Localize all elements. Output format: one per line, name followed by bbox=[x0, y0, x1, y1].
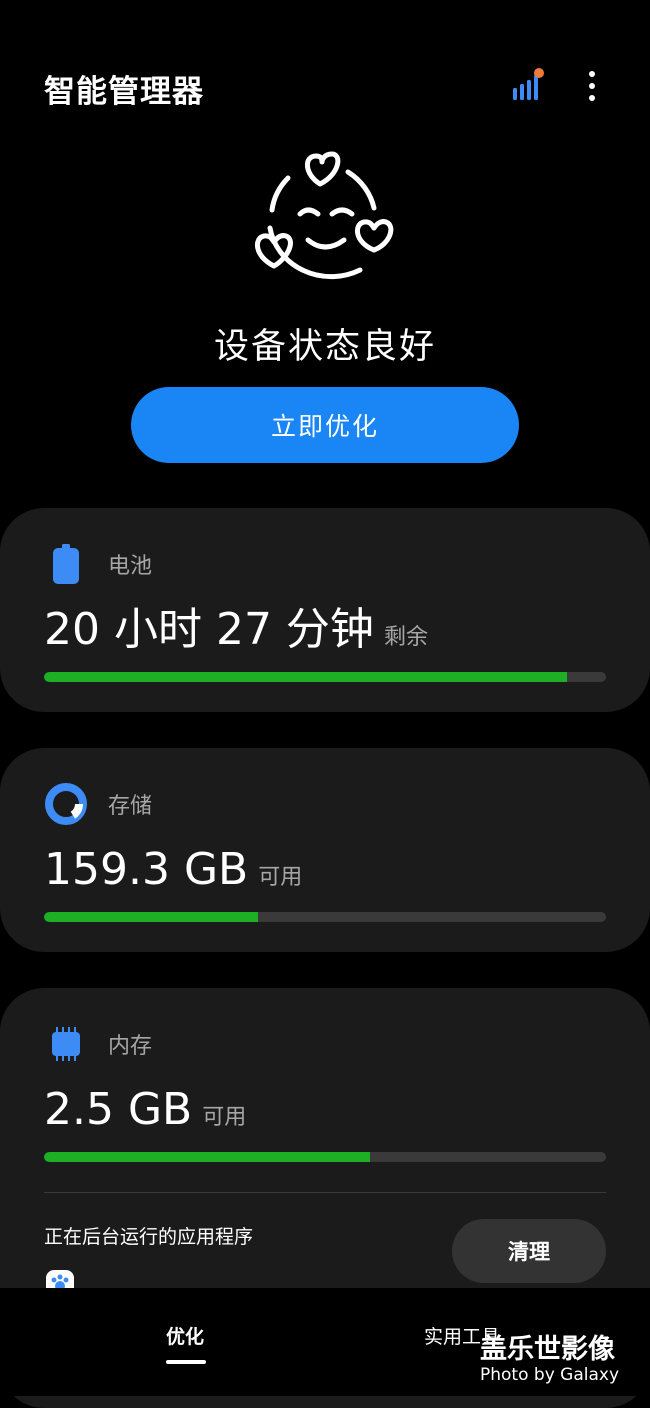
notification-dot bbox=[534, 68, 544, 78]
device-status-text: 设备状态良好 bbox=[213, 327, 436, 367]
storage-amount-text: 159.3 GB bbox=[44, 844, 249, 895]
battery-card[interactable]: 电池 20 小时 27 分钟 剩余 bbox=[0, 508, 650, 712]
watermark-line2: Photo by Galaxy bbox=[480, 1365, 619, 1385]
battery-remaining-value: 20 小时 27 分钟 剩余 bbox=[44, 604, 428, 664]
storage-card[interactable]: 存储 159.3 GB 可用 bbox=[0, 748, 650, 952]
storage-progress-bar bbox=[44, 912, 606, 922]
clean-button[interactable]: 清理 bbox=[452, 1219, 606, 1283]
memory-unit: 可用 bbox=[202, 1105, 247, 1130]
battery-unit: 剩余 bbox=[383, 625, 428, 650]
smiling-face-hearts-icon bbox=[248, 148, 402, 282]
active-tab-indicator bbox=[166, 1360, 206, 1364]
more-options-button[interactable] bbox=[578, 66, 606, 106]
battery-time-text: 20 小时 27 分钟 bbox=[44, 604, 374, 655]
memory-label: 内存 bbox=[108, 1034, 153, 1059]
storage-progress-fill bbox=[44, 912, 258, 922]
stats-icon bbox=[513, 68, 544, 100]
stats-button[interactable] bbox=[506, 66, 546, 106]
storage-label: 存储 bbox=[108, 794, 153, 819]
tab-optimize[interactable]: 优化 bbox=[166, 1322, 204, 1349]
watermark-line1: 盖乐世影像 bbox=[480, 1334, 615, 1365]
battery-label: 电池 bbox=[108, 554, 153, 579]
memory-chip-icon bbox=[44, 1022, 88, 1066]
memory-progress-fill bbox=[44, 1152, 370, 1162]
battery-icon bbox=[44, 542, 88, 586]
more-vertical-icon bbox=[589, 71, 595, 101]
memory-divider bbox=[44, 1192, 606, 1193]
memory-amount-text: 2.5 GB bbox=[44, 1084, 193, 1135]
galaxy-watermark: 盖乐世影像 Photo by Galaxy bbox=[480, 1334, 619, 1385]
optimize-now-button[interactable]: 立即优化 bbox=[131, 387, 519, 463]
memory-progress-bar bbox=[44, 1152, 606, 1162]
storage-pie-icon bbox=[44, 782, 88, 826]
storage-available-value: 159.3 GB 可用 bbox=[44, 844, 302, 904]
header: 智能管理器 bbox=[0, 0, 650, 140]
background-apps-title: 正在后台运行的应用程序 bbox=[44, 1226, 254, 1248]
storage-unit: 可用 bbox=[258, 865, 303, 890]
battery-progress-fill bbox=[44, 672, 567, 682]
memory-available-value: 2.5 GB 可用 bbox=[44, 1084, 246, 1144]
page-title: 智能管理器 bbox=[44, 74, 204, 110]
battery-progress-bar bbox=[44, 672, 606, 682]
